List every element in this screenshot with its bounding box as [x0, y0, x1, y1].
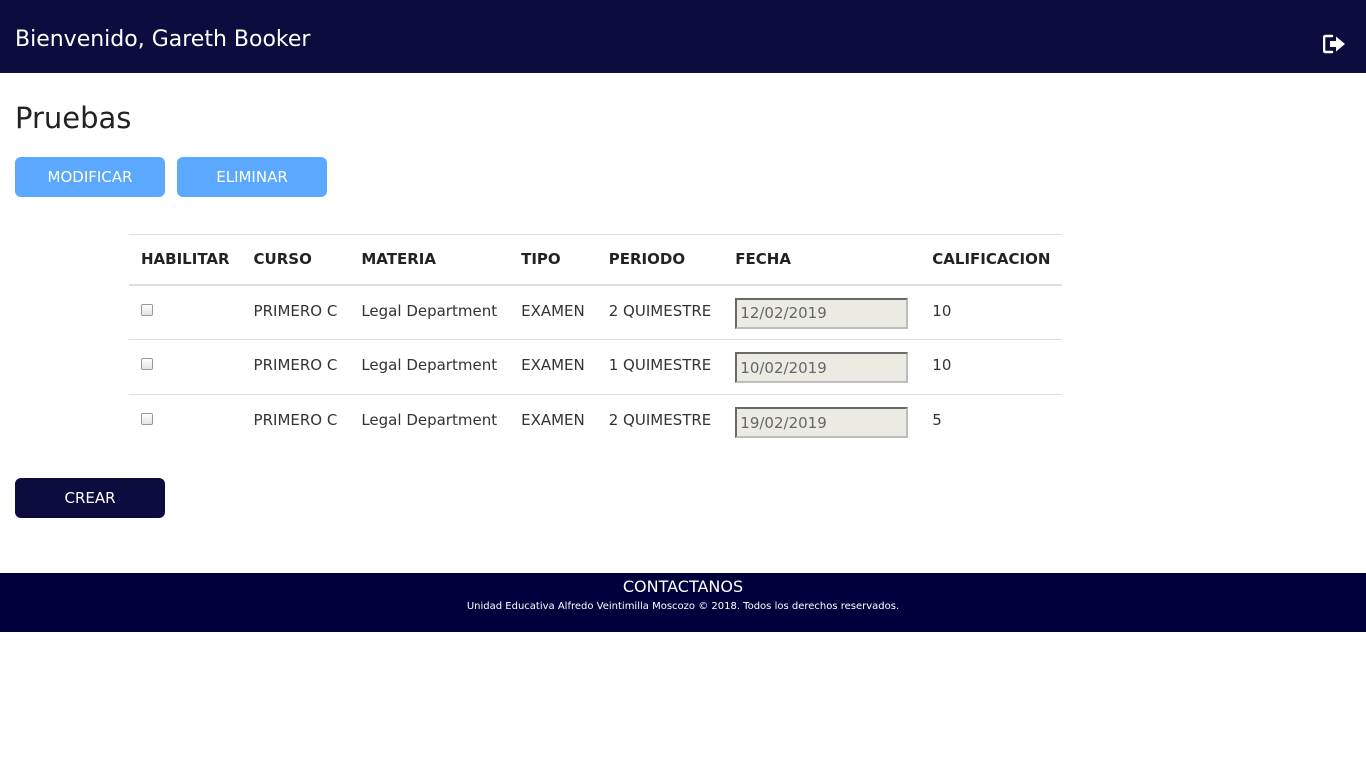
fecha-input[interactable] — [735, 407, 909, 438]
habilitar-checkbox[interactable] — [141, 358, 153, 370]
calificacion-cell: 10 — [932, 356, 952, 374]
calificacion-cell: 5 — [932, 411, 942, 429]
habilitar-checkbox[interactable] — [141, 303, 153, 316]
fecha-cell — [723, 395, 920, 450]
tipo-cell: EXAMEN — [521, 411, 585, 429]
fecha-input[interactable] — [735, 297, 909, 329]
curso-cell: PRIMERO C — [253, 356, 338, 374]
curso-cell: PRIMERO C — [253, 301, 338, 320]
pruebas-table: HABILITAR CURSO MATERIA TIPO PERIODO FEC… — [129, 234, 1063, 450]
habilitar-cell — [129, 285, 242, 340]
fecha-cell — [723, 340, 920, 395]
fecha-cell — [723, 285, 920, 340]
sign-out-icon[interactable] — [1322, 33, 1347, 55]
tipo-cell: EXAMEN — [521, 356, 585, 374]
fecha-input[interactable] — [735, 352, 909, 383]
habilitar-cell — [129, 340, 242, 395]
periodo-cell: 2 QUIMESTRE — [608, 301, 712, 320]
column-header-calificacion: CALIFICACION — [932, 250, 1051, 269]
column-header-habilitar: HABILITAR — [141, 250, 230, 269]
table-row: PRIMERO C Legal Department EXAMEN 2 QUIM… — [129, 285, 1063, 340]
footer-contact-title[interactable]: CONTACTANOS — [0, 573, 1366, 597]
habilitar-checkbox[interactable] — [141, 413, 153, 425]
table-row: PRIMERO C Legal Department EXAMEN 1 QUIM… — [129, 340, 1063, 395]
welcome-message: Bienvenido, Gareth Booker — [15, 27, 311, 52]
page-title: Pruebas — [15, 101, 132, 135]
crear-button[interactable]: CREAR — [15, 478, 165, 518]
habilitar-cell — [129, 395, 242, 450]
footer-copyright: Unidad Educativa Alfredo Veintimilla Mos… — [466, 601, 900, 612]
column-header-curso: CURSO — [253, 250, 312, 269]
column-header-periodo: PERIODO — [608, 250, 686, 269]
curso-cell: PRIMERO C — [253, 411, 338, 429]
materia-cell: Legal Department — [361, 301, 498, 320]
materia-cell: Legal Department — [361, 356, 498, 374]
calificacion-cell: 10 — [932, 301, 952, 320]
table-row: PRIMERO C Legal Department EXAMEN 2 QUIM… — [129, 395, 1062, 450]
column-header-materia: MATERIA — [361, 250, 436, 269]
top-navbar: Bienvenido, Gareth Booker — [0, 0, 1366, 73]
periodo-cell: 2 QUIMESTRE — [608, 411, 712, 429]
column-header-fecha: FECHA — [735, 250, 791, 269]
modificar-button[interactable]: MODIFICAR — [15, 157, 165, 197]
eliminar-button[interactable]: ELIMINAR — [177, 157, 327, 197]
tipo-cell: EXAMEN — [521, 301, 585, 320]
footer: CONTACTANOS Unidad Educativa Alfredo Vei… — [0, 573, 1366, 632]
materia-cell: Legal Department — [361, 411, 498, 429]
column-header-tipo: TIPO — [521, 250, 561, 269]
periodo-cell: 1 QUIMESTRE — [608, 356, 712, 374]
table-header-row: HABILITAR CURSO MATERIA TIPO PERIODO FEC… — [129, 234, 1063, 285]
